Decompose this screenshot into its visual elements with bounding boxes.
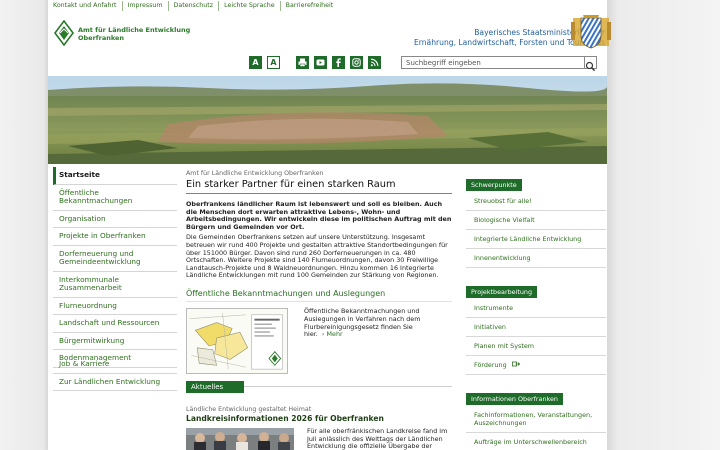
right-column-schwerpunkte: Schwerpunkte Streuobst für alle! Biologi… bbox=[466, 172, 606, 268]
office-name-line2: Oberfranken bbox=[78, 34, 125, 42]
search-icon bbox=[585, 61, 596, 72]
toplink-leichte-sprache[interactable]: Leichte Sprache bbox=[219, 1, 281, 11]
nav-item-laendliche-entwicklung[interactable]: Zur Ländlichen Entwicklung bbox=[53, 374, 177, 391]
toplink-barrierefreiheit[interactable]: Barrierefreiheit bbox=[281, 1, 339, 11]
link-foerderung[interactable]: Förderung bbox=[466, 356, 606, 375]
main-content: Amt für Ländliche Entwicklung Oberfranke… bbox=[186, 170, 452, 374]
news-tag: Aktuelles bbox=[186, 381, 244, 393]
link-auftraege[interactable]: Aufträge im Unterschwellenbereich bbox=[466, 433, 606, 450]
section-title-bekanntmachungen[interactable]: Öffentliche Bekanntmachungen und Auslegu… bbox=[186, 289, 452, 302]
informationen-heading: Informationen Oberfranken bbox=[466, 393, 563, 405]
page-container: Kontakt und Anfahrt Impressum Datenschut… bbox=[48, 0, 607, 450]
page-background-left bbox=[0, 0, 48, 450]
right-column-projektbearbeitung: Projektbearbeitung Instrumente Initiativ… bbox=[466, 279, 606, 375]
projektbearbeitung-heading: Projektbearbeitung bbox=[466, 286, 538, 298]
schwerpunkte-heading: Schwerpunkte bbox=[466, 179, 522, 191]
youtube-icon[interactable] bbox=[314, 56, 327, 69]
toplink-kontakt[interactable]: Kontakt und Anfahrt bbox=[53, 1, 123, 11]
page-title: Ein starker Partner für einen starken Ra… bbox=[186, 179, 452, 194]
toplink-impressum[interactable]: Impressum bbox=[123, 1, 169, 11]
nav-item-bekanntmachungen[interactable]: Öffentliche Bekanntmachungen bbox=[53, 185, 177, 211]
news-title[interactable]: Landkreisinformationen 2026 für Oberfran… bbox=[186, 414, 384, 423]
font-size-large-button[interactable]: A bbox=[267, 56, 280, 69]
external-link-icon bbox=[511, 361, 520, 367]
nav-item-landschaft[interactable]: Landschaft und Ressourcen bbox=[53, 315, 177, 333]
instagram-icon[interactable] bbox=[350, 56, 363, 69]
flurbereinigung-map-image[interactable] bbox=[186, 307, 288, 374]
page-kicker: Amt für Ländliche Entwicklung Oberfranke… bbox=[186, 170, 324, 177]
page-background-right bbox=[607, 0, 720, 450]
search-input[interactable]: Suchbegriff eingeben bbox=[401, 56, 596, 69]
office-name-line1: Amt für Ländliche Entwicklung bbox=[78, 26, 191, 34]
left-navigation: Startseite Öffentliche Bekanntmachungen … bbox=[53, 167, 177, 368]
more-link[interactable]: › Mehr bbox=[320, 330, 343, 338]
nav-item-startseite[interactable]: Startseite bbox=[53, 167, 177, 185]
news-kicker: Ländliche Entwicklung gestaltet Heimat bbox=[186, 406, 312, 413]
link-instrumente[interactable]: Instrumente bbox=[466, 298, 606, 318]
landscape-banner-image bbox=[48, 76, 607, 164]
toolbar: A A bbox=[249, 56, 381, 69]
nav-item-interkommunale[interactable]: Interkommunale Zusammenarbeit bbox=[53, 272, 177, 298]
link-streuobst[interactable]: Streuobst für alle! bbox=[466, 191, 606, 211]
news-photo-image[interactable] bbox=[186, 428, 294, 450]
facebook-icon[interactable] bbox=[332, 56, 345, 69]
bavarian-coat-of-arms-icon[interactable] bbox=[567, 14, 615, 50]
bekanntmachungen-text: Öffentliche Bekanntmachungen und Auslegu… bbox=[304, 306, 421, 339]
ale-logo-icon[interactable] bbox=[54, 20, 74, 46]
link-initiativen[interactable]: Initiativen bbox=[466, 318, 606, 337]
font-size-small-button[interactable]: A bbox=[249, 56, 262, 69]
rss-icon[interactable] bbox=[368, 56, 381, 69]
top-links: Kontakt und Anfahrt Impressum Datenschut… bbox=[53, 1, 338, 11]
nav-item-organisation[interactable]: Organisation bbox=[53, 211, 177, 228]
print-icon[interactable] bbox=[296, 56, 309, 69]
nav-item-buergermitwirkung[interactable]: Bürgermitwirkung bbox=[53, 333, 177, 350]
link-biologische-vielfalt[interactable]: Biologische Vielfalt bbox=[466, 211, 606, 230]
office-name[interactable]: Amt für Ländliche Entwicklung Oberfranke… bbox=[78, 26, 190, 42]
search-button[interactable] bbox=[584, 56, 597, 72]
nav-item-dorferneuerung[interactable]: Dorferneuerung und Gemeindeentwicklung bbox=[53, 246, 177, 272]
left-subnavigation: Job & Karriere Zur Ländlichen Entwicklun… bbox=[53, 356, 177, 391]
body-paragraph: Die Gemeinden Oberfrankens setzen auf un… bbox=[186, 233, 448, 280]
link-planen-mit-system[interactable]: Planen mit System bbox=[466, 337, 606, 356]
nav-item-projekte[interactable]: Projekte in Oberfranken bbox=[53, 228, 177, 246]
link-innenentwicklung[interactable]: Innenentwicklung bbox=[466, 249, 606, 268]
lead-paragraph: Oberfrankens ländlicher Raum ist lebensw… bbox=[186, 200, 452, 231]
news-text: Für alle oberfränkischen Landkreise fand… bbox=[307, 427, 448, 450]
nav-item-job-karriere[interactable]: Job & Karriere bbox=[53, 356, 177, 374]
link-fachinformationen[interactable]: Fachinformationen, Veranstaltungen, Ausz… bbox=[466, 405, 606, 433]
toplink-datenschutz[interactable]: Datenschutz bbox=[169, 1, 220, 11]
right-column-informationen: Informationen Oberfranken Fachinformatio… bbox=[466, 386, 606, 450]
bekanntmachungen-teaser: Öffentliche Bekanntmachungen und Auslegu… bbox=[186, 306, 452, 374]
link-integrierte-entwicklung[interactable]: Integrierte Ländliche Entwicklung bbox=[466, 230, 606, 249]
nav-item-flurneuordnung[interactable]: Flurneuordnung bbox=[53, 298, 177, 315]
